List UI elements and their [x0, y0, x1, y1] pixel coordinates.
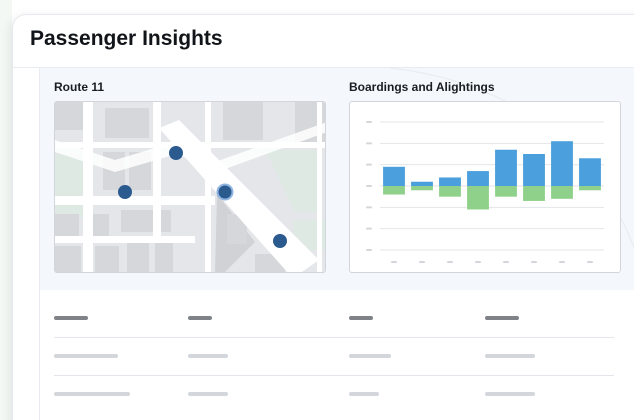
map-block [55, 246, 81, 272]
map-block [55, 102, 83, 130]
map-road [83, 102, 93, 272]
table-row[interactable] [54, 376, 614, 414]
column-header-placeholder [485, 316, 519, 320]
cell-placeholder [349, 392, 379, 396]
boardings-bar[interactable] [383, 166, 405, 186]
map-park [55, 154, 83, 218]
table-row[interactable] [54, 338, 614, 376]
map-block [223, 102, 263, 140]
data-table-skeleton [54, 300, 614, 414]
cell-placeholder [54, 392, 130, 396]
screen: Passenger Insights Route 11 Boardings an… [0, 0, 634, 420]
selected-route-stop-marker[interactable] [216, 183, 234, 201]
map-road [55, 196, 215, 205]
chart-svg [366, 121, 604, 263]
y-tick-placeholder [366, 121, 372, 123]
alightings-bar[interactable] [411, 186, 433, 191]
alightings-bar[interactable] [551, 186, 573, 199]
route-title: Route 11 [54, 80, 105, 94]
column-header-placeholder [349, 316, 373, 320]
alightings-bar[interactable] [523, 186, 545, 201]
x-tick-placeholder [559, 261, 565, 263]
cell-placeholder [349, 354, 391, 358]
x-tick-placeholder [531, 261, 537, 263]
alightings-bar[interactable] [495, 186, 517, 197]
y-tick-placeholder [366, 142, 372, 145]
boardings-alightings-chart [349, 101, 621, 273]
map-block [127, 242, 149, 272]
boardings-bar[interactable] [439, 177, 461, 186]
y-tick-placeholder [366, 227, 372, 230]
boardings-bar[interactable] [411, 181, 433, 186]
x-tick-placeholder [391, 261, 397, 263]
x-tick-placeholder [587, 261, 593, 263]
route-stop-marker[interactable] [118, 185, 132, 199]
map-road [153, 102, 161, 242]
cell-placeholder [485, 354, 535, 358]
column-header-placeholder [54, 316, 88, 320]
map-block [155, 242, 173, 272]
boardings-bar[interactable] [495, 149, 517, 186]
map-block [121, 210, 171, 232]
x-tick-placeholder [419, 261, 425, 263]
map-road [55, 236, 195, 243]
chart-title: Boardings and Alightings [349, 80, 495, 94]
cell-placeholder [54, 354, 118, 358]
y-tick-placeholder [366, 249, 372, 251]
content-panel: Route 11 Boardings and Alightings [39, 68, 634, 420]
y-tick-placeholder [366, 185, 372, 187]
boardings-bar[interactable] [467, 171, 489, 186]
x-tick-placeholder [447, 261, 453, 263]
column-header-placeholder [188, 316, 212, 320]
route-map[interactable] [54, 101, 326, 273]
boardings-bar[interactable] [551, 141, 573, 186]
alightings-bar[interactable] [467, 186, 489, 210]
cell-placeholder [485, 392, 535, 396]
cell-placeholder [188, 392, 228, 396]
table-header-row [54, 300, 614, 338]
x-tick-placeholder [503, 261, 509, 263]
route-stop-marker[interactable] [273, 234, 287, 248]
alightings-bar[interactable] [439, 186, 461, 197]
insights-card: Passenger Insights Route 11 Boardings an… [12, 14, 634, 420]
boardings-bar[interactable] [523, 154, 545, 186]
alightings-bar[interactable] [579, 186, 601, 191]
map-block [105, 108, 149, 138]
alightings-bar[interactable] [383, 186, 405, 195]
route-map-svg[interactable] [55, 102, 326, 273]
route-stop-marker[interactable] [169, 146, 183, 160]
y-tick-placeholder [366, 163, 372, 166]
y-tick-placeholder [366, 206, 372, 209]
x-tick-placeholder [475, 261, 481, 263]
map-block [95, 246, 119, 272]
page-title: Passenger Insights [30, 27, 223, 50]
boardings-bar[interactable] [579, 158, 601, 186]
background-strip [0, 0, 12, 420]
map-road [205, 102, 211, 272]
cell-placeholder [188, 354, 228, 358]
